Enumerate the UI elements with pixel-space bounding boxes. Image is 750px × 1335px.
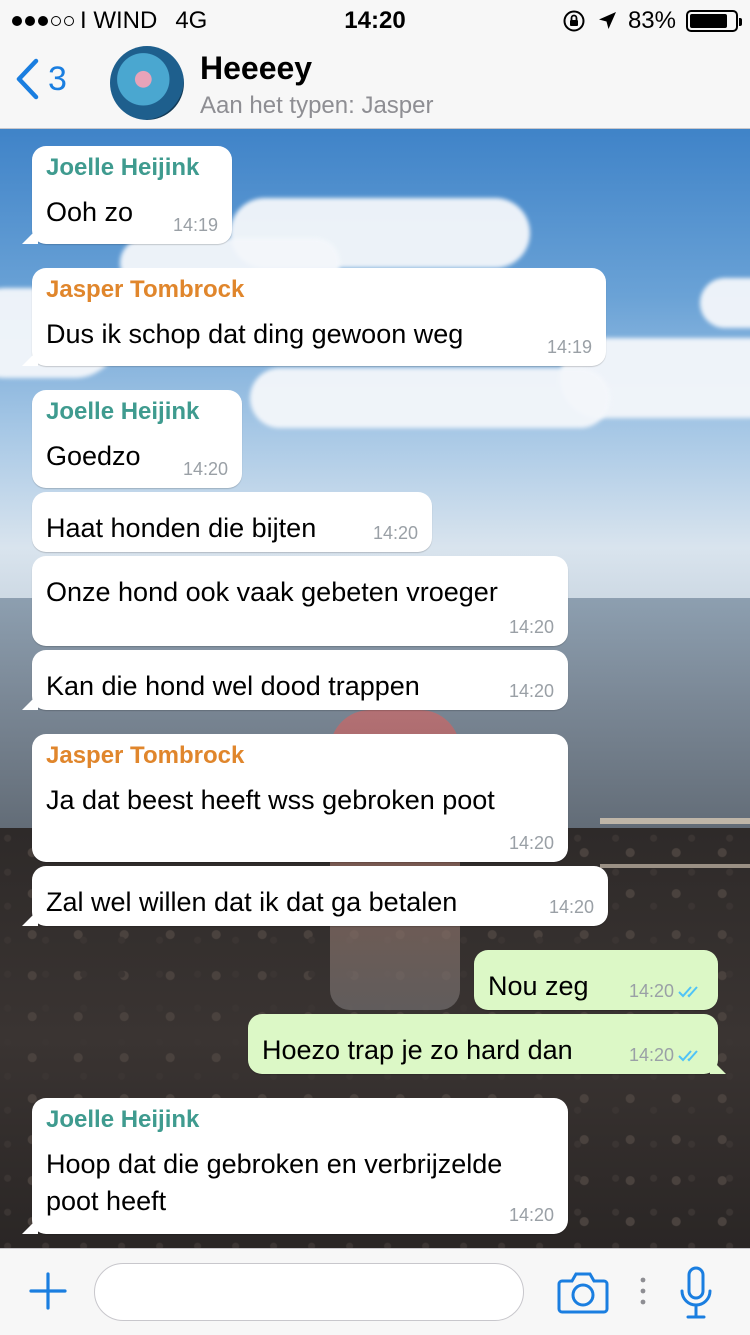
timestamp-text: 14:19 [546,337,592,357]
message-sender[interactable]: Joelle Heijink [46,398,199,426]
message-text: Zal wel willen dat ik dat ga betalen [46,887,458,917]
message-text: poot heeft [46,1186,167,1216]
message-input[interactable] [94,1263,524,1321]
read-receipt-icon [678,985,698,997]
rotation-lock-icon [563,10,585,32]
incoming-message[interactable]: Onze hond ook vaak gebeten vroeger 14:20 [32,556,568,646]
outgoing-message[interactable]: Nou zeg 14:20 [474,950,718,1010]
message-timestamp: 14:20 [183,459,228,480]
message-text: Ooh zo [46,197,134,227]
message-text: Hoezo trap je zo hard dan [262,1035,573,1065]
bubble-tail [710,1054,730,1074]
outgoing-message[interactable]: Hoezo trap je zo hard dan 14:20 [248,1014,726,1074]
incoming-message[interactable]: Joelle Heijink Ooh zo 14:19 [22,146,232,244]
message-timestamp: 14:20 [509,617,554,638]
input-bar [0,1248,750,1335]
bubble-tail [22,906,42,926]
location-arrow-icon [598,12,616,29]
incoming-message[interactable]: Joelle Heijink Goedzo 14:20 [32,390,242,488]
battery-icon [686,10,742,32]
back-button[interactable]: 3 [14,58,67,100]
message-text: Onze hond ook vaak gebeten vroeger [46,577,498,607]
timestamp-text: 14:20 [182,459,228,479]
message-text: Kan die hond wel dood trappen [46,671,420,701]
incoming-message[interactable]: Joelle Heijink Hoop dat die gebroken en v… [22,1098,568,1234]
timestamp-text: 14:20 [628,1045,674,1065]
message-timestamp: 14:19 [173,215,218,236]
chat-header: 3 Heeeey Aan het typen: Jasper [0,40,750,129]
message-text: Ja dat beest heeft wss gebroken poot [46,785,495,815]
message-text: Hoop dat die gebroken en verbrijzelde [46,1149,503,1179]
status-right: 83% [562,7,742,35]
message-sender[interactable]: Jasper Tombrock [46,742,244,770]
message-timestamp: 14:20 [509,681,554,702]
message-list[interactable]: Joelle Heijink Ooh zo 14:19 Jasper Tombrock… [0,128,750,1248]
bubble-tail [22,690,42,710]
battery-level [690,14,727,28]
timestamp-text: 14:20 [508,617,554,637]
incoming-message[interactable]: Jasper Tombrock Dus ik schop dat ding gew… [22,268,606,366]
message-timestamp: 14:19 [547,337,592,358]
timestamp-text: 14:20 [548,897,594,917]
vertical-dots-icon[interactable] [636,1271,650,1311]
bubble-tail [22,1214,42,1234]
timestamp-text: 14:20 [372,523,418,543]
chevron-left-icon [16,58,39,100]
message-timestamp: 14:20 [373,523,418,544]
message-timestamp: 14:20 [629,981,704,1002]
timestamp-text: 14:20 [508,1205,554,1225]
message-text: Nou zeg [488,971,589,1001]
message-timestamp: 14:20 [509,1205,554,1226]
message-sender[interactable]: Joelle Heijink [46,1106,199,1134]
incoming-message[interactable]: Jasper Tombrock Ja dat beest heeft wss ge… [32,734,568,862]
group-avatar[interactable] [110,46,184,120]
chat-title[interactable]: Heeeey [200,50,312,87]
message-sender[interactable]: Joelle Heijink [46,154,199,182]
typing-status: Aan het typen: Jasper [200,92,434,119]
read-receipt-icon [678,1049,698,1061]
incoming-message[interactable]: Kan die hond wel dood trappen 14:20 [22,650,568,710]
message-timestamp: 14:20 [629,1045,704,1066]
timestamp-text: 14:20 [508,681,554,701]
microphone-icon[interactable] [676,1265,716,1321]
message-sender[interactable]: Jasper Tombrock [46,276,244,304]
timestamp-text: 14:20 [628,981,674,1001]
timestamp-text: 14:20 [508,833,554,853]
message-text: Haat honden die bijten [46,513,317,543]
unread-count: 3 [48,59,67,98]
message-timestamp: 14:20 [509,833,554,854]
timestamp-text: 14:19 [172,215,218,235]
incoming-message[interactable]: Haat honden die bijten 14:20 [32,492,432,552]
message-text: Goedzo [46,441,141,471]
battery-percentage: 83% [627,7,676,34]
bubble-tail [22,346,42,366]
plus-icon[interactable] [28,1271,68,1311]
incoming-message[interactable]: Zal wel willen dat ik dat ga betalen 14:2… [22,866,608,926]
bubble-tail [22,224,42,244]
message-text: Dus ik schop dat ding gewoon weg [46,319,464,349]
status-bar: I WIND 4G 14:20 83% [0,0,750,40]
camera-icon[interactable] [556,1269,610,1315]
message-timestamp: 14:20 [549,897,594,918]
